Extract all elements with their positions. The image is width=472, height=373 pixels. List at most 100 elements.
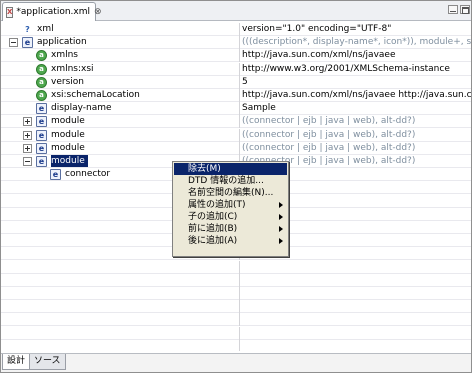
tree-node-value[interactable]: ((connector | ejb | java | web), alt-dd?…: [242, 142, 471, 154]
tree-node-cell[interactable]: e module: [1, 129, 239, 141]
tree-node-value[interactable]: ((connector | ejb | java | web), alt-dd?…: [242, 115, 471, 127]
element-icon: e: [50, 169, 61, 181]
tree-node-cell[interactable]: e application: [1, 36, 239, 49]
expand-icon[interactable]: [23, 130, 32, 140]
tree-row[interactable]: e module ((connector | ejb | java | web), …: [1, 128, 471, 142]
column-divider: [239, 339, 240, 351]
minimize-icon[interactable]: [448, 5, 458, 14]
empty-row: [1, 287, 471, 300]
attribute-icon: a: [36, 63, 47, 75]
tree-row[interactable]: a xsi:schemaLocation http://java.sun.com/x…: [1, 89, 471, 102]
tree-row[interactable]: a xmlns:xsi http://www.w3.org/2001/XMLSche…: [1, 62, 471, 76]
empty-row: [1, 273, 471, 287]
element-icon: e: [22, 37, 33, 49]
close-icon[interactable]: ⊗: [94, 7, 102, 17]
tree-node-value[interactable]: 5: [242, 76, 471, 88]
tree-node-cell[interactable]: a version: [1, 76, 239, 88]
tree-node-label: application: [37, 37, 87, 48]
tree-row[interactable]: a xmlns http://java.sun.com/xml/ns/javaee: [1, 49, 471, 63]
tree-node-cell[interactable]: a xsi:schemaLocation: [1, 89, 239, 101]
element-icon: e: [36, 103, 47, 115]
submenu-arrow-icon: [279, 226, 283, 232]
tree-node-cell[interactable]: e module: [1, 142, 239, 154]
editor-bottom-tabs: 設計 ソース: [1, 353, 471, 372]
tree-row[interactable]: e application (((description*, display-nam…: [1, 36, 471, 50]
column-divider: [239, 128, 240, 142]
column-divider: [239, 141, 240, 155]
column-divider: [239, 273, 240, 287]
column-divider: [239, 300, 240, 314]
tree-row[interactable]: ?-? xml version="1.0" encoding="UTF-8": [1, 23, 471, 45]
empty-row: [1, 339, 471, 351]
column-divider: [239, 89, 240, 102]
tree-row[interactable]: e display-name Sample: [1, 102, 471, 116]
context-menu-item[interactable]: 名前空間の編集(N)...: [174, 187, 287, 199]
element-icon: e: [36, 142, 47, 154]
tree-node-value[interactable]: http://java.sun.com/xml/ns/javaee: [242, 49, 471, 61]
tree-node-cell[interactable]: e module: [1, 115, 239, 128]
column-divider: [239, 102, 240, 116]
context-menu-item[interactable]: DTD 情報の追加...: [174, 175, 287, 187]
expand-icon[interactable]: [23, 143, 32, 153]
tree-node-value[interactable]: Sample: [242, 102, 471, 114]
tree-node-label: xml: [37, 24, 54, 34]
tree-node-label: module: [51, 155, 88, 167]
element-icon: e: [36, 116, 47, 128]
context-menu-item[interactable]: 子の追加(C): [174, 211, 287, 223]
context-menu-item[interactable]: 除去(M): [174, 163, 287, 175]
tree-node-cell[interactable]: a xmlns:xsi: [1, 63, 239, 75]
column-divider: [239, 62, 240, 76]
tree-node-cell[interactable]: ?-? xml: [1, 23, 239, 45]
column-divider: [239, 260, 240, 274]
context-menu-item[interactable]: 属性の追加(T): [174, 199, 287, 211]
submenu-arrow-icon: [279, 214, 283, 220]
attribute-icon: a: [36, 50, 47, 62]
context-menu-item-label: DTD 情報の追加...: [188, 176, 264, 186]
tree-node-value[interactable]: http://java.sun.com/xml/ns/javaee http:/…: [242, 89, 471, 101]
element-icon: e: [36, 156, 47, 167]
empty-row: [1, 260, 471, 274]
column-divider: [239, 49, 240, 63]
expand-icon[interactable]: [23, 117, 32, 127]
column-divider: [239, 75, 240, 89]
column-divider: [239, 313, 240, 327]
context-menu-item-label: 除去(M): [188, 164, 221, 174]
tree-node-label: module: [51, 116, 85, 127]
submenu-arrow-icon: [279, 238, 283, 244]
tree-node-label: xsi:schemaLocation: [51, 90, 140, 100]
column-divider: [239, 287, 240, 300]
maximize-icon[interactable]: [460, 5, 470, 14]
tree-row[interactable]: e module ((connector | ejb | java | web), …: [1, 141, 471, 155]
context-menu-item-label: 前に追加(B): [188, 224, 238, 234]
tree-node-value[interactable]: version="1.0" encoding="UTF-8": [242, 23, 471, 35]
context-menu-item-label: 名前空間の編集(N)...: [188, 188, 274, 198]
context-menu-item-label: 属性の追加(T): [188, 200, 246, 210]
tree-node-value[interactable]: http://www.w3.org/2001/XMLSchema-instanc…: [242, 63, 471, 75]
tree-node-cell[interactable]: e display-name: [1, 102, 239, 115]
processing-instruction-icon: ?-?: [24, 25, 32, 45]
collapse-icon[interactable]: [9, 38, 18, 48]
attribute-icon: a: [36, 90, 47, 101]
tree-node-value[interactable]: (((description*, display-name*, icon*)),…: [242, 36, 471, 48]
tab-design[interactable]: 設計: [2, 354, 31, 370]
context-menu: 除去(M) DTD 情報の追加... 名前空間の編集(N)... 属性の追加(T) 子の…: [172, 161, 289, 257]
tree-node-label: xmlns:xsi: [51, 63, 94, 74]
tree-node-label: connector: [65, 169, 111, 180]
tab-application-xml[interactable]: X *application.xml ⊗: [2, 2, 102, 21]
tree-node-label: module: [51, 129, 85, 140]
submenu-arrow-icon: [279, 202, 283, 208]
tree-row[interactable]: e module ((connector | ejb | java | web), …: [1, 115, 471, 129]
tab-source[interactable]: ソース: [29, 354, 66, 370]
editor-tab-bar: X *application.xml ⊗: [1, 1, 471, 21]
tree-node-label: xmlns: [51, 50, 78, 61]
tree-node-value[interactable]: ((connector | ejb | java | web), alt-dd?…: [242, 129, 471, 141]
tree-node-label: version: [51, 76, 84, 87]
tree-node-label: display-name: [51, 103, 112, 114]
column-divider: [239, 326, 240, 340]
context-menu-item-label: 子の追加(C): [188, 212, 238, 222]
tree-node-cell[interactable]: a xmlns: [1, 49, 239, 62]
context-menu-item[interactable]: 後に追加(A): [174, 235, 287, 247]
tree-row[interactable]: a version 5: [1, 75, 471, 89]
collapse-icon[interactable]: [23, 157, 32, 166]
context-menu-item[interactable]: 前に追加(B): [174, 223, 287, 235]
